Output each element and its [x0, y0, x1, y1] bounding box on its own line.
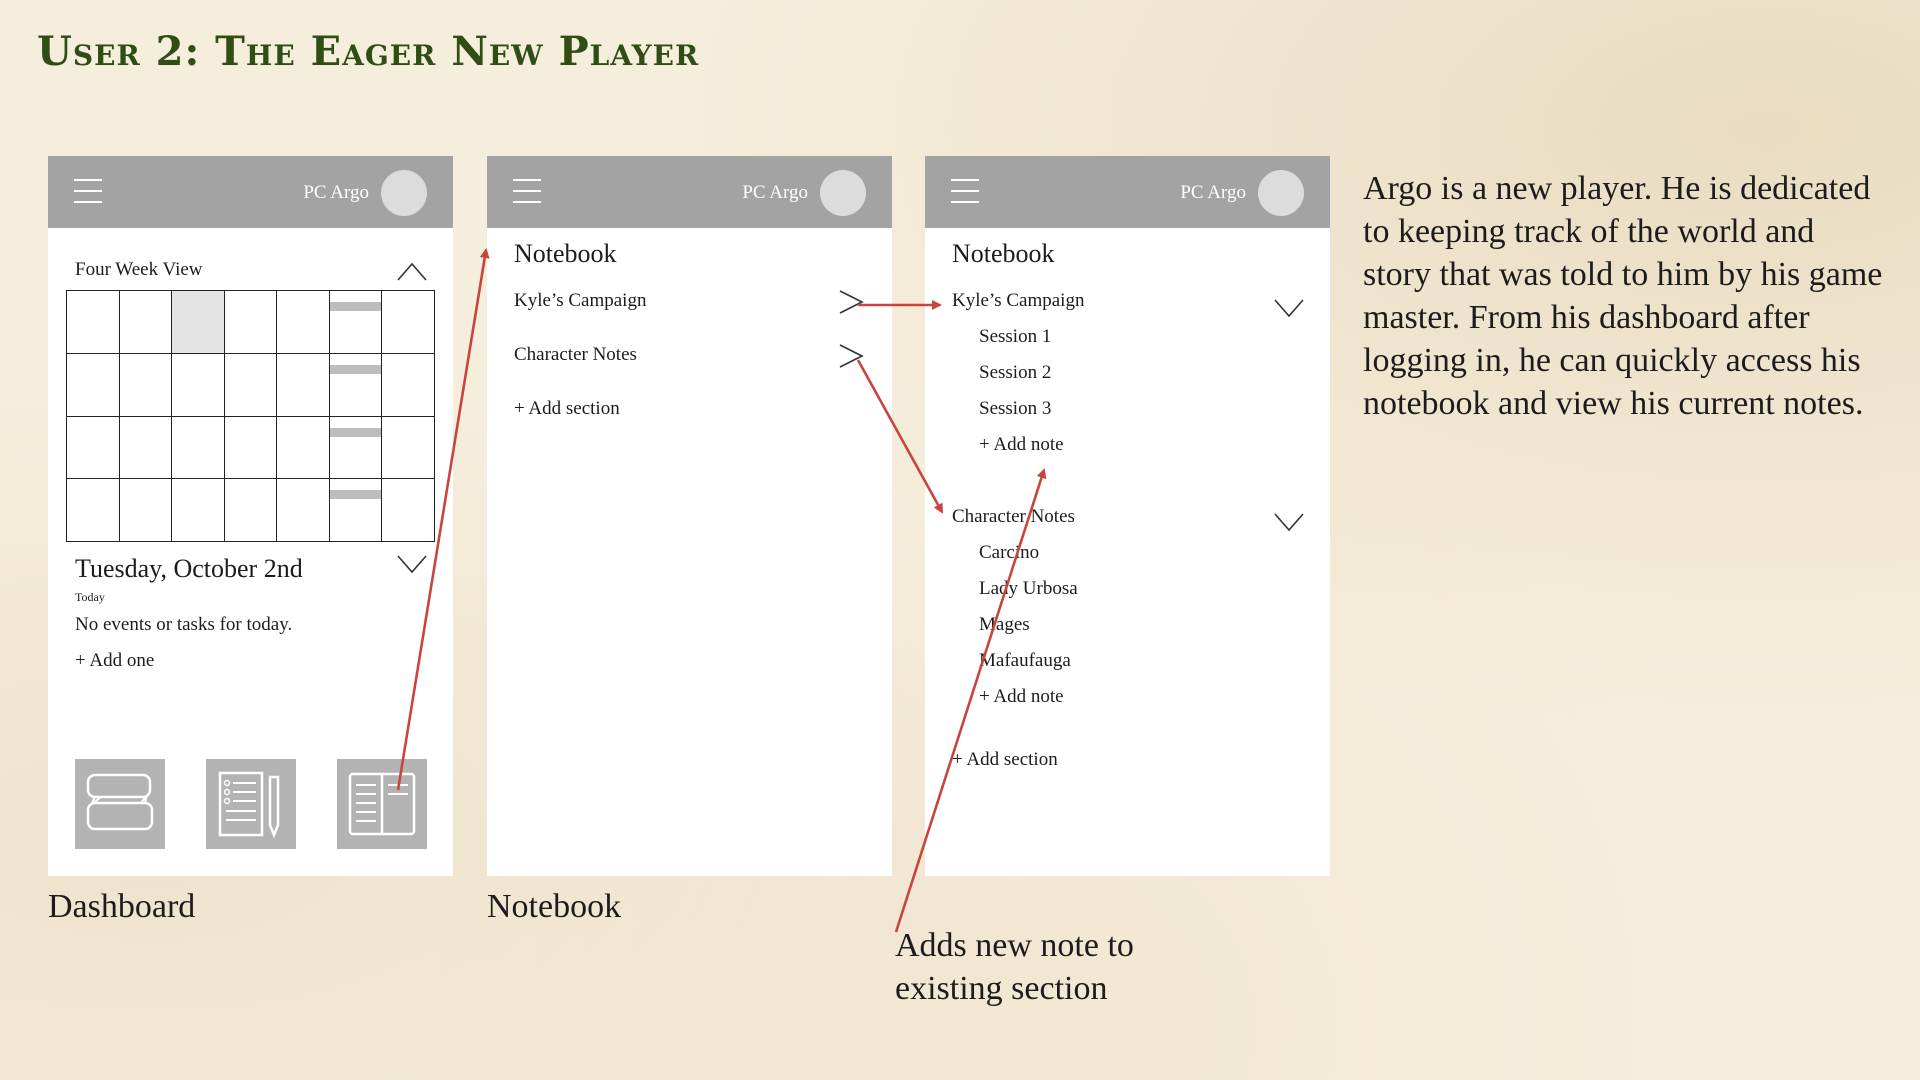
avatar[interactable] — [820, 170, 866, 216]
dashboard-screen: PC Argo Four Week View Tuesday, October … — [48, 156, 453, 876]
notebook-screen: PC Argo Notebook Kyle’s Campaign Charact… — [487, 156, 892, 876]
add-section-link[interactable]: + Add section — [514, 398, 620, 420]
user-name: PC Argo — [303, 182, 369, 203]
user-name: PC Argo — [1180, 182, 1246, 203]
chevron-right-icon[interactable] — [836, 290, 866, 314]
character-sheet-nav-button[interactable] — [206, 759, 296, 849]
notebook-icon — [348, 772, 416, 836]
notebook-title: Notebook — [514, 239, 617, 268]
hamburger-menu-icon[interactable] — [513, 176, 541, 206]
note-item[interactable]: Carcino — [979, 542, 1039, 564]
callout-line-2: existing section — [895, 970, 1108, 1007]
note-item[interactable]: Session 1 — [979, 326, 1051, 348]
four-week-calendar[interactable] — [66, 290, 435, 542]
hamburger-menu-icon[interactable] — [951, 176, 979, 206]
section-character-notes[interactable]: Character Notes — [514, 344, 637, 366]
note-item[interactable]: Mages — [979, 614, 1030, 636]
notebook-title: Notebook — [952, 239, 1055, 268]
event-marker — [329, 427, 382, 437]
dashboard-label: Dashboard — [48, 888, 196, 925]
add-section-link[interactable]: + Add section — [952, 749, 1058, 771]
event-marker — [329, 302, 382, 311]
avatar[interactable] — [1258, 170, 1304, 216]
notebook-nav-button[interactable] — [337, 759, 427, 849]
four-week-view-title: Four Week View — [75, 259, 203, 280]
note-item[interactable]: Session 3 — [979, 398, 1051, 420]
chevron-down-icon[interactable] — [1274, 296, 1304, 320]
section-character-notes[interactable]: Character Notes — [952, 506, 1075, 528]
persona-description: Argo is a new player. He is dedicated to… — [1363, 170, 1883, 422]
app-header: PC Argo — [487, 156, 892, 228]
today-cell — [171, 290, 225, 354]
add-note-link[interactable]: + Add note — [979, 434, 1064, 456]
avatar[interactable] — [381, 170, 427, 216]
chevron-up-icon[interactable] — [397, 260, 427, 284]
character-sheet-icon — [218, 771, 280, 839]
add-note-link[interactable]: + Add note — [979, 686, 1064, 708]
chevron-down-icon[interactable] — [1274, 510, 1304, 534]
empty-message: No events or tasks for today. — [75, 614, 293, 635]
date-subtitle: Today — [75, 590, 105, 604]
hamburger-menu-icon[interactable] — [74, 176, 102, 206]
section-kyles-campaign[interactable]: Kyle’s Campaign — [514, 290, 646, 312]
note-item[interactable]: Session 2 — [979, 362, 1051, 384]
chevron-right-icon[interactable] — [836, 344, 866, 368]
app-header: PC Argo — [925, 156, 1330, 228]
callout-line-1: Adds new note to — [895, 927, 1134, 964]
chat-icon — [86, 773, 154, 831]
section-kyles-campaign[interactable]: Kyle’s Campaign — [952, 290, 1084, 312]
event-marker — [329, 490, 382, 500]
page-title: User 2: The Eager New Player — [37, 28, 700, 75]
annotation-callout: Adds new note to existing section — [895, 924, 1134, 1010]
chat-nav-button[interactable] — [75, 759, 165, 849]
chevron-down-icon[interactable] — [397, 552, 427, 576]
event-marker — [329, 364, 382, 374]
notebook-expanded-screen: PC Argo Notebook Kyle’s Campaign Session… — [925, 156, 1330, 876]
selected-date: Tuesday, October 2nd — [75, 554, 303, 583]
user-name: PC Argo — [742, 182, 808, 203]
note-item[interactable]: Lady Urbosa — [979, 578, 1078, 600]
notebook-label: Notebook — [487, 888, 622, 925]
note-item[interactable]: Mafaufauga — [979, 650, 1071, 672]
app-header: PC Argo — [48, 156, 453, 228]
add-event-link[interactable]: + Add one — [75, 650, 154, 672]
